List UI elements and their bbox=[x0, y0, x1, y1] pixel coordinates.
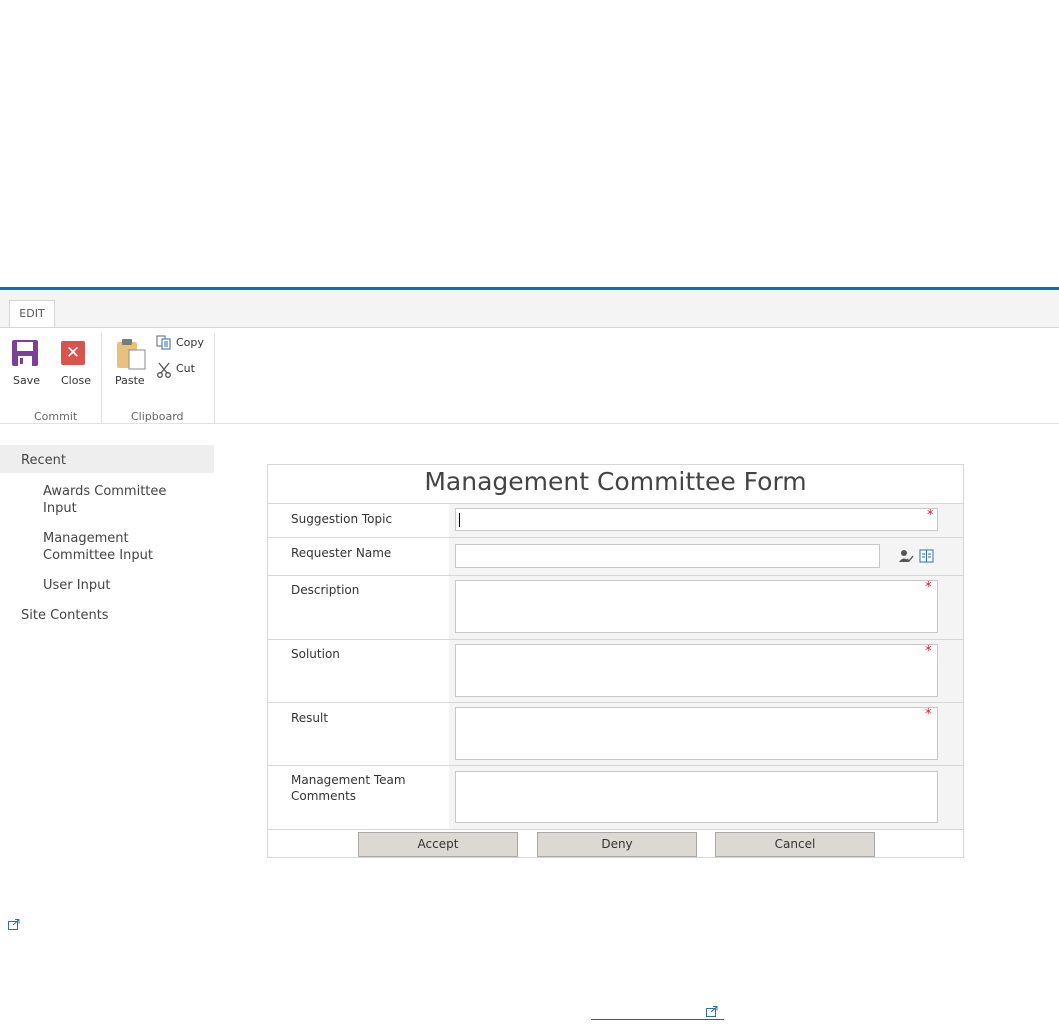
group-label-clipboard: Clipboard bbox=[131, 410, 184, 423]
group-label-commit: Commit bbox=[34, 410, 78, 423]
cut-button[interactable]: Cut bbox=[176, 362, 195, 375]
cut-icon[interactable] bbox=[156, 362, 172, 378]
nav-item-awards-committee-input[interactable]: Awards Committee Input bbox=[43, 483, 193, 517]
deny-button[interactable]: Deny bbox=[537, 832, 697, 857]
link-underline[interactable] bbox=[591, 1019, 724, 1020]
row-divider bbox=[268, 575, 963, 576]
external-link-icon[interactable] bbox=[706, 1006, 718, 1017]
label-suggestion-topic: Suggestion Topic bbox=[291, 512, 393, 526]
paste-button[interactable]: Paste bbox=[115, 374, 145, 387]
accept-button[interactable]: Accept bbox=[358, 832, 518, 857]
cancel-button[interactable]: Cancel bbox=[715, 832, 875, 857]
row-divider bbox=[268, 639, 963, 640]
nav-recent[interactable]: Recent bbox=[21, 452, 66, 469]
nav-site-contents[interactable]: Site Contents bbox=[21, 607, 109, 624]
row-divider bbox=[268, 765, 963, 766]
nav-item-user-input[interactable]: User Input bbox=[43, 577, 110, 594]
close-icon[interactable]: ✕ bbox=[61, 341, 85, 365]
suggestion-topic-input[interactable] bbox=[455, 508, 938, 531]
required-marker: * bbox=[925, 580, 932, 595]
label-result: Result bbox=[291, 711, 329, 725]
close-button[interactable]: Close bbox=[61, 374, 91, 387]
label-requester-name: Requester Name bbox=[291, 546, 392, 560]
label-description: Description bbox=[291, 583, 360, 597]
save-button[interactable]: Save bbox=[13, 374, 40, 387]
paste-icon[interactable] bbox=[115, 338, 147, 370]
management-team-comments-input[interactable] bbox=[455, 771, 938, 823]
solution-input[interactable] bbox=[455, 644, 938, 697]
nav-item-management-committee-input[interactable]: Management Committee Input bbox=[43, 530, 193, 564]
row-divider bbox=[268, 702, 963, 703]
tab-edit[interactable]: EDIT bbox=[9, 300, 55, 327]
check-names-icon[interactable] bbox=[898, 548, 914, 564]
form-title: Management Committee Form bbox=[424, 467, 807, 496]
row-divider bbox=[268, 829, 963, 830]
required-marker: * bbox=[925, 644, 932, 659]
external-link-icon[interactable] bbox=[8, 919, 20, 930]
copy-icon[interactable] bbox=[156, 335, 172, 351]
copy-button[interactable]: Copy bbox=[176, 336, 204, 349]
ribbon-tab-strip bbox=[0, 290, 1059, 327]
result-input[interactable] bbox=[455, 707, 938, 760]
required-marker: * bbox=[925, 707, 932, 722]
required-marker: * bbox=[927, 508, 934, 523]
requester-name-input[interactable] bbox=[455, 544, 880, 568]
text-cursor bbox=[459, 513, 460, 527]
description-input[interactable] bbox=[455, 580, 938, 633]
save-icon[interactable] bbox=[12, 340, 38, 366]
label-solution: Solution bbox=[291, 647, 340, 661]
row-divider bbox=[268, 537, 963, 538]
group-divider bbox=[101, 333, 102, 423]
group-divider bbox=[214, 333, 215, 423]
label-management-team-comments: Management Team Comments bbox=[291, 773, 406, 803]
address-book-icon[interactable] bbox=[919, 548, 935, 564]
